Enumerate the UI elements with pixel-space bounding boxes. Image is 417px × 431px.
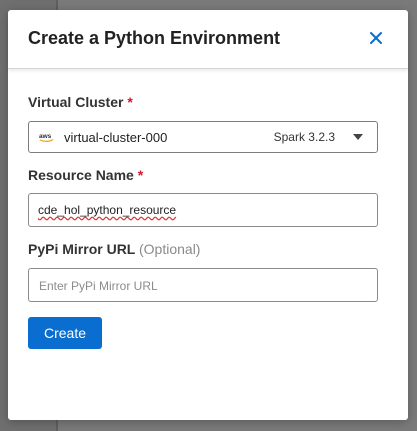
create-python-environment-dialog: Create a Python Environment Virtual Clus… [8,10,408,420]
virtual-cluster-value: virtual-cluster-000 [64,130,168,145]
required-marker: * [127,94,133,110]
create-button[interactable]: Create [28,317,102,349]
pypi-mirror-label-text: PyPi Mirror URL [28,241,136,257]
virtual-cluster-label-text: Virtual Cluster [28,94,124,110]
aws-logo-icon: aws [39,133,54,142]
svg-text:aws: aws [39,133,52,140]
chevron-down-icon [353,134,363,140]
required-marker: * [137,167,144,183]
pypi-mirror-label: PyPi Mirror URL (Optional) [28,241,200,257]
pypi-mirror-input[interactable]: Enter PyPi Mirror URL [28,268,378,302]
optional-hint: (Optional) [139,241,201,257]
close-icon [370,32,382,44]
resource-name-input[interactable]: cde_hol_python_resource [28,193,378,227]
resource-name-label: Resource Name * [28,167,143,183]
resource-name-label-text: Resource Name [28,167,134,183]
pypi-mirror-placeholder: Enter PyPi Mirror URL [39,279,158,293]
dialog-header: Create a Python Environment [8,10,408,69]
virtual-cluster-select[interactable]: aws virtual-cluster-000 Spark 3.2.3 [28,121,378,153]
virtual-cluster-label: Virtual Cluster * [28,94,133,110]
close-button[interactable] [366,28,386,48]
dialog-title: Create a Python Environment [28,28,281,48]
spark-version: Spark 3.2.3 [273,130,335,144]
resource-name-value: cde_hol_python_resource [38,203,177,217]
